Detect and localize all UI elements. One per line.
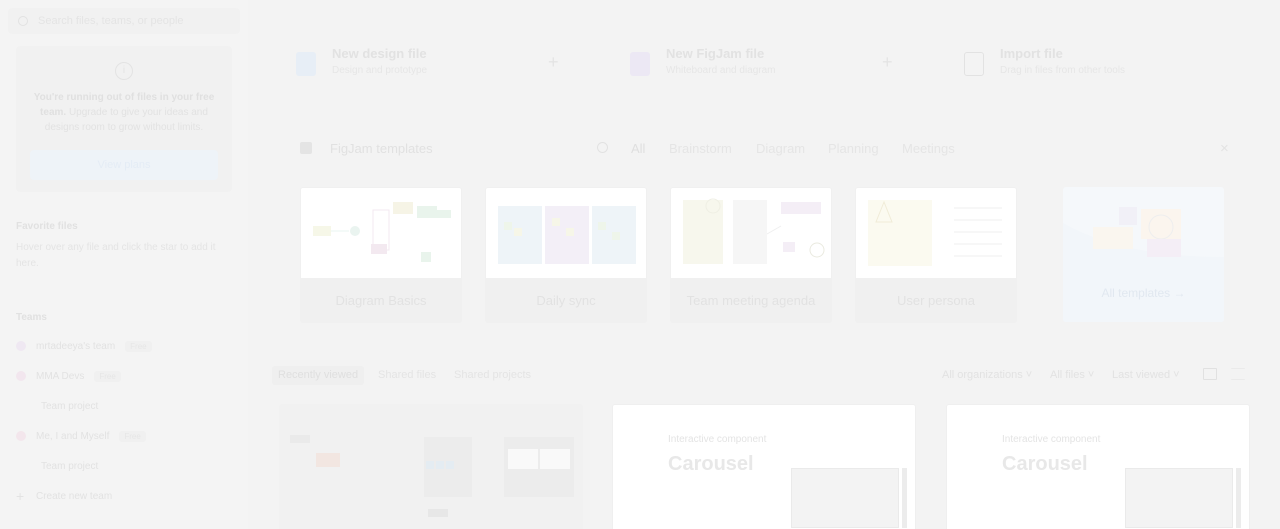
- daily-sync-thumbnail-graphic: [498, 206, 636, 264]
- create-team-label: Create new team: [36, 490, 113, 502]
- file-kicker: Interactive component: [1002, 434, 1101, 445]
- file-type-filter-dropdown[interactable]: All files ˅: [1050, 369, 1094, 381]
- tab-diagram[interactable]: Diagram: [756, 141, 805, 156]
- sidebar-item-team[interactable]: Me, I and Myself Free: [16, 427, 146, 445]
- team-name: MMA Devs: [36, 370, 85, 382]
- action-subtitle: Design and prototype: [332, 65, 428, 76]
- sidebar-item-team[interactable]: MMA Devs Free: [16, 367, 121, 385]
- upgrade-body-text: Upgrade to give your ideas and designs r…: [44, 107, 208, 133]
- close-icon[interactable]: ×: [1220, 140, 1229, 157]
- file-card[interactable]: Interactive component Carousel: [612, 404, 916, 529]
- action-title: Import file: [1000, 46, 1063, 61]
- project-name: Team project: [41, 460, 99, 472]
- action-title: New design file: [332, 46, 427, 61]
- template-thumbnail: [671, 188, 831, 278]
- tab-meetings[interactable]: Meetings: [902, 141, 955, 156]
- create-team-button[interactable]: + Create new team: [16, 487, 112, 505]
- team-avatar: [16, 341, 26, 351]
- search-icon[interactable]: [597, 142, 608, 153]
- tab-recently-viewed[interactable]: Recently viewed: [272, 366, 365, 385]
- template-thumbnail: [856, 188, 1016, 278]
- favorites-note: Hover over any file and click the star t…: [16, 242, 216, 269]
- tab-shared-projects[interactable]: Shared projects: [448, 366, 537, 385]
- file-title: Carousel: [668, 453, 754, 475]
- plan-badge: Free: [119, 430, 146, 442]
- grid-view-icon[interactable]: [1203, 368, 1217, 380]
- sidebar-item-team[interactable]: mrtadeeya's team Free: [16, 337, 152, 355]
- templates-header: FigJam templates All Brainstorm Diagram …: [300, 140, 1240, 160]
- file-card[interactable]: [279, 404, 583, 529]
- template-card[interactable]: User persona: [855, 187, 1017, 323]
- teams-heading: Teams: [16, 312, 47, 323]
- template-thumbnail: [301, 188, 461, 278]
- file-title: Carousel: [1002, 453, 1088, 475]
- template-name: Diagram Basics: [335, 293, 427, 308]
- info-icon: i: [115, 62, 133, 80]
- team-avatar: [16, 371, 26, 381]
- plan-badge: Free: [94, 370, 121, 382]
- team-avatar: [16, 431, 26, 441]
- list-view-icon[interactable]: [1231, 368, 1245, 380]
- component-preview-bar: [1236, 468, 1241, 528]
- team-name: mrtadeeya's team: [36, 340, 116, 352]
- tab-all[interactable]: All: [631, 141, 645, 156]
- upgrade-text: You're running out of files in your free…: [16, 90, 232, 135]
- tab-shared-files[interactable]: Shared files: [372, 366, 442, 385]
- all-templates-graphic: [1063, 207, 1224, 322]
- action-subtitle: Whiteboard and diagram: [666, 65, 776, 76]
- meeting-agenda-thumbnail-graphic: [683, 198, 825, 264]
- import-file-button[interactable]: Import file Drag in files from other too…: [964, 46, 1125, 76]
- template-card[interactable]: Team meeting agenda: [670, 187, 832, 323]
- plus-icon: +: [16, 488, 25, 504]
- plus-icon[interactable]: +: [882, 52, 893, 73]
- project-name: Team project: [41, 400, 99, 412]
- template-card[interactable]: Daily sync: [485, 187, 647, 323]
- search-input[interactable]: Search files, teams, or people: [8, 8, 240, 34]
- plus-icon[interactable]: +: [548, 52, 559, 73]
- sidebar-item-project[interactable]: Team project: [41, 457, 98, 475]
- template-name: Daily sync: [536, 293, 596, 308]
- search-icon: [18, 16, 28, 26]
- design-file-icon: [296, 52, 316, 76]
- sidebar-item-project[interactable]: Team project: [41, 397, 98, 415]
- favorites-heading: Favorite files: [16, 221, 78, 232]
- organization-filter-dropdown[interactable]: All organizations ˅: [942, 369, 1032, 381]
- team-name: Me, I and Myself: [36, 430, 110, 442]
- diagram-thumbnail-graphic: [313, 202, 451, 262]
- plan-badge: Free: [125, 340, 152, 352]
- action-subtitle: Drag in files from other tools: [1000, 65, 1126, 76]
- figjam-file-icon: [630, 52, 650, 76]
- sort-dropdown[interactable]: Last viewed ˅: [1112, 369, 1180, 381]
- view-plans-button[interactable]: View plans: [30, 150, 218, 180]
- template-thumbnail: [486, 188, 646, 278]
- component-preview: [1125, 468, 1233, 528]
- template-name: User persona: [896, 293, 976, 308]
- import-icon: [964, 52, 984, 76]
- tab-planning[interactable]: Planning: [828, 141, 879, 156]
- search-placeholder: Search files, teams, or people: [38, 15, 184, 27]
- component-preview-bar: [902, 468, 907, 528]
- templates-title: FigJam templates: [330, 141, 433, 156]
- figjam-icon: [300, 142, 312, 154]
- new-figjam-file-button[interactable]: New FigJam file Whiteboard and diagram: [630, 46, 776, 76]
- new-design-file-button[interactable]: New design file Design and prototype: [296, 46, 427, 76]
- action-title: New FigJam file: [666, 46, 765, 61]
- template-card[interactable]: Diagram Basics: [300, 187, 462, 323]
- component-preview: [791, 468, 899, 528]
- file-kicker: Interactive component: [668, 434, 767, 445]
- sidebar: Search files, teams, or people i You're …: [0, 0, 248, 529]
- user-persona-thumbnail-graphic: [868, 200, 1002, 266]
- tab-brainstorm[interactable]: Brainstorm: [669, 141, 732, 156]
- all-templates-link[interactable]: All templates →: [1063, 286, 1224, 300]
- file-thumbnail-graphic: [290, 435, 574, 517]
- all-templates-card[interactable]: All templates →: [1063, 187, 1224, 322]
- upgrade-banner: i You're running out of files in your fr…: [16, 46, 232, 192]
- file-card[interactable]: Interactive component Carousel: [946, 404, 1250, 529]
- template-name: Team meeting agenda: [686, 293, 816, 308]
